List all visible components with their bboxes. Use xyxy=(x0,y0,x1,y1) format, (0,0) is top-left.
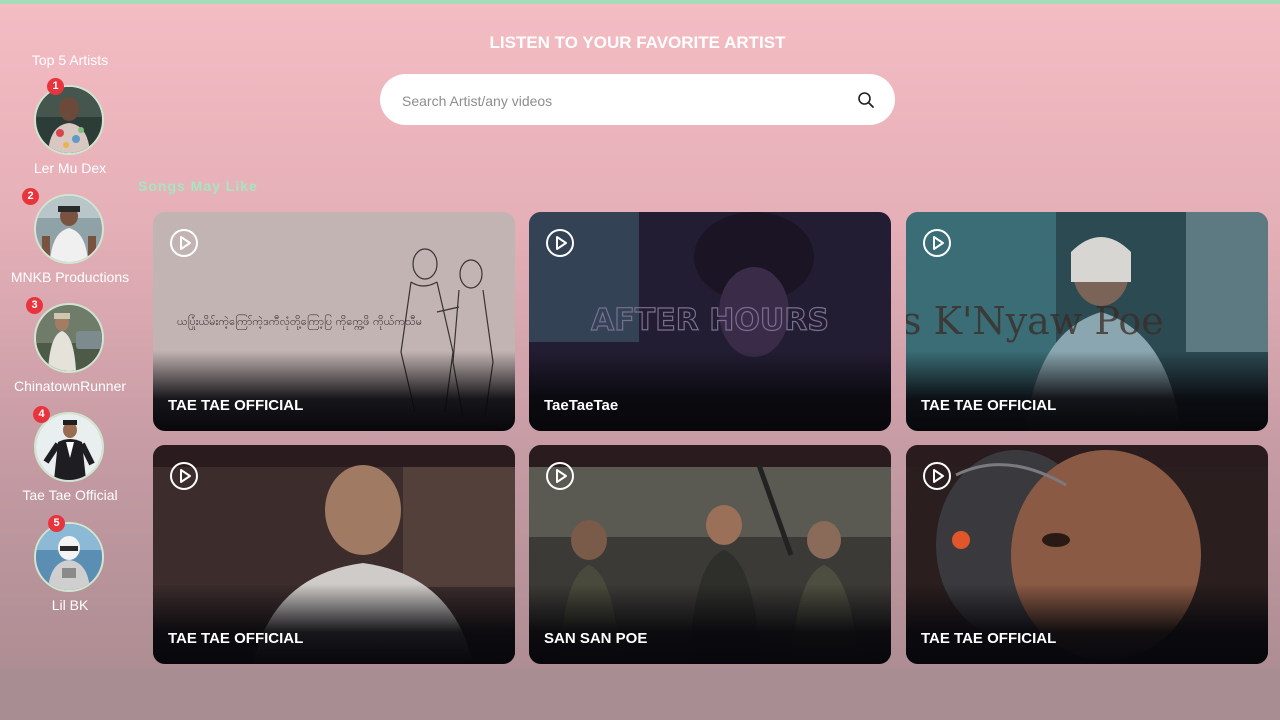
song-title[interactable]: TAE TAE OFFICIAL xyxy=(921,630,1056,647)
artist-item-tae-tae-official[interactable]: 4 Tae Tae Official xyxy=(0,406,140,512)
card-gradient xyxy=(529,584,891,664)
rank-badge: 1 xyxy=(47,78,64,95)
rank-badge: 5 xyxy=(48,515,65,532)
card-gradient xyxy=(906,584,1268,664)
play-icon[interactable] xyxy=(921,227,953,259)
artist-item-chinatownrunner[interactable]: 3 ChinatownRunner xyxy=(0,297,140,403)
page-title: LISTEN TO YOUR FAVORITE ARTIST xyxy=(489,33,786,52)
card-gradient xyxy=(529,351,891,431)
play-icon[interactable] xyxy=(168,460,200,492)
page-footer-band xyxy=(0,668,1280,720)
song-card[interactable]: TAE TAE OFFICIAL xyxy=(153,445,515,664)
artist-avatar[interactable] xyxy=(34,412,104,482)
song-title[interactable]: SAN SAN POE xyxy=(544,630,647,647)
artist-item-mnkb-productions[interactable]: 2 MNKB Productions xyxy=(0,188,140,294)
search-bar[interactable] xyxy=(380,74,895,125)
song-title[interactable]: TAE TAE OFFICIAL xyxy=(168,397,303,414)
song-card[interactable]: ယပြုံးယိမ်းကဲ့ကြော်ကဲ့ဒကီလုံတို့ကြော့ပြ … xyxy=(153,212,515,431)
rank-badge: 3 xyxy=(26,297,43,314)
artist-name[interactable]: MNKB Productions xyxy=(0,269,140,285)
artist-name[interactable]: Ler Mu Dex xyxy=(0,160,140,176)
card-gradient xyxy=(153,584,515,664)
song-card[interactable]: TAE TAE OFFICIAL xyxy=(906,445,1268,664)
song-card[interactable]: SAN SAN POE xyxy=(529,445,891,664)
artist-name[interactable]: Tae Tae Official xyxy=(0,487,140,503)
artist-name[interactable]: ChinatownRunner xyxy=(0,378,140,394)
song-title[interactable]: TAE TAE OFFICIAL xyxy=(921,397,1056,414)
artist-item-lil-bk[interactable]: 5 Lil BK xyxy=(0,515,140,622)
card-gradient xyxy=(153,351,515,431)
play-icon[interactable] xyxy=(544,460,576,492)
artist-avatar[interactable] xyxy=(34,85,104,155)
top-accent-line xyxy=(0,0,1280,4)
thumbnail-text: s K'Nyaw Poe xyxy=(906,299,1164,343)
play-icon[interactable] xyxy=(544,227,576,259)
artist-name[interactable]: Lil BK xyxy=(0,597,140,613)
artist-item-ler-mu-dex[interactable]: 1 Ler Mu Dex xyxy=(0,78,140,185)
sidebar-title: Top 5 Artists xyxy=(31,52,109,68)
artist-avatar[interactable] xyxy=(34,194,104,264)
rank-badge: 2 xyxy=(22,188,39,205)
thumbnail-text: AFTER HOURS xyxy=(591,303,829,338)
song-title[interactable]: TAE TAE OFFICIAL xyxy=(168,630,303,647)
song-card[interactable]: AFTER HOURS TaeTaeTae xyxy=(529,212,891,431)
search-input[interactable] xyxy=(400,87,844,115)
song-card[interactable]: s K'Nyaw Poe TAE TAE OFFICIAL xyxy=(906,212,1268,431)
song-title[interactable]: TaeTaeTae xyxy=(544,397,618,414)
card-gradient xyxy=(906,351,1268,431)
section-title-songs: Songs May Like xyxy=(138,178,258,194)
thumbnail-text: ယပြုံးယိမ်းကဲ့ကြော်ကဲ့ဒကီလုံတို့ကြော့ပြ … xyxy=(177,314,422,330)
play-icon[interactable] xyxy=(921,460,953,492)
rank-badge: 4 xyxy=(33,406,50,423)
play-icon[interactable] xyxy=(168,227,200,259)
artist-avatar[interactable] xyxy=(34,522,104,592)
artist-avatar[interactable] xyxy=(34,303,104,373)
search-icon[interactable] xyxy=(857,91,875,109)
